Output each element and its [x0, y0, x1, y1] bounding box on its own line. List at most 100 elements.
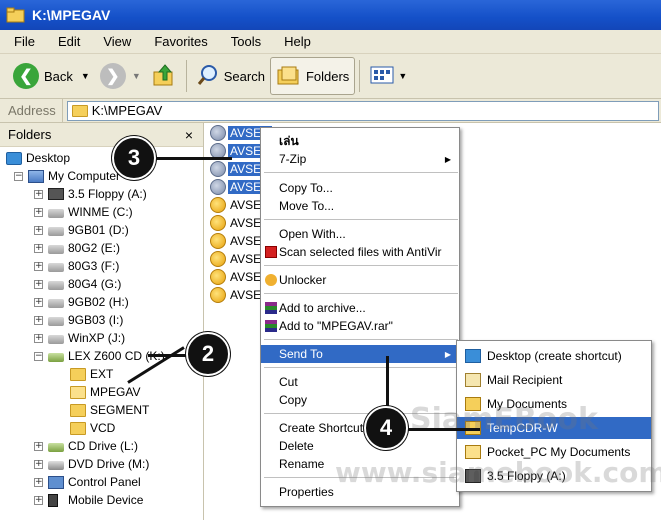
expand-icon[interactable]: +	[34, 333, 43, 343]
tree-item-drive-c[interactable]: + WINME (C:)	[34, 203, 133, 221]
menu-item-add-rar[interactable]: Add to "MPEGAV.rar"	[261, 317, 459, 335]
up-folder-button[interactable]	[146, 57, 182, 95]
expand-icon[interactable]: +	[34, 279, 43, 289]
back-arrow-icon: ❮	[13, 63, 39, 89]
tree-item-label: Mobile Device	[68, 493, 144, 507]
antivir-icon	[265, 246, 277, 258]
expand-icon[interactable]: +	[34, 495, 43, 505]
send-to-mail-recipient[interactable]: Mail Recipient	[457, 369, 651, 391]
tree-item-ext[interactable]: EXT	[70, 365, 113, 383]
expand-icon[interactable]: +	[34, 441, 43, 451]
back-button[interactable]: ❮ Back ▼	[8, 57, 95, 95]
expand-icon[interactable]: +	[34, 477, 43, 487]
expand-icon[interactable]: +	[34, 297, 43, 307]
cd-drive-icon	[48, 352, 64, 362]
folders-label: Folders	[305, 68, 350, 84]
collapse-icon[interactable]: −	[34, 351, 43, 361]
expand-icon[interactable]: +	[34, 459, 43, 469]
menu-item-open-with[interactable]: Open With...	[261, 225, 459, 243]
menu-favorites[interactable]: Favorites	[140, 34, 216, 49]
send-to-tempcdrw[interactable]: TempCDR-W	[457, 417, 651, 439]
tree-item-label: DVD Drive (M:)	[68, 457, 150, 471]
callout-3: 3	[112, 136, 156, 180]
tree-item-drive-g[interactable]: + 80G4 (G:)	[34, 275, 121, 293]
address-field[interactable]: K:\MPEGAV	[66, 100, 659, 121]
tree-item-label: VCD	[90, 421, 116, 435]
menu-separator	[264, 293, 458, 294]
send-to-desktop[interactable]: Desktop (create shortcut)	[457, 345, 651, 367]
expand-icon[interactable]: +	[34, 315, 43, 325]
media-file-icon	[210, 197, 226, 213]
close-icon[interactable]: ×	[185, 127, 193, 143]
tree-item-label: 80G3 (F:)	[68, 259, 120, 273]
menu-item-delete[interactable]: Delete	[261, 437, 459, 455]
tree-item-mpegav[interactable]: MPEGAV	[70, 383, 140, 401]
menu-file[interactable]: File	[0, 34, 44, 49]
collapse-icon[interactable]: −	[14, 171, 23, 181]
tree-item-drive-k[interactable]: − LEX Z600 CD (K:)	[34, 347, 165, 365]
tree-item-drive-e[interactable]: + 80G2 (E:)	[34, 239, 120, 257]
dropdown-arrow-icon[interactable]: ▼	[132, 71, 141, 81]
tree-item-floppy[interactable]: + 3.5 Floppy (A:)	[34, 185, 147, 203]
desktop-icon	[6, 151, 22, 165]
menu-tools[interactable]: Tools	[217, 34, 270, 49]
expand-icon[interactable]: +	[34, 207, 43, 217]
send-to-my-documents[interactable]: My Documents	[457, 393, 651, 415]
search-button[interactable]: Search	[191, 57, 270, 95]
folders-button[interactable]: Folders	[269, 57, 356, 95]
menu-item-play[interactable]: เล่น	[261, 132, 459, 150]
tree-item-control-panel[interactable]: + Control Panel	[34, 473, 141, 491]
toolbar-separator	[359, 60, 361, 92]
menu-item-rename[interactable]: Rename	[261, 455, 459, 473]
send-to-pocket-pc[interactable]: Pocket_PC My Documents	[457, 441, 651, 463]
tree-item-drive-f[interactable]: + 80G3 (F:)	[34, 257, 119, 275]
expand-icon[interactable]: +	[34, 243, 43, 253]
tree-item-drive-h[interactable]: + 9GB02 (H:)	[34, 293, 129, 311]
media-file-icon	[210, 233, 226, 249]
send-to-submenu: Desktop (create shortcut) Mail Recipient…	[456, 340, 652, 492]
expand-icon[interactable]: +	[34, 189, 43, 199]
menu-separator	[264, 339, 458, 340]
menu-edit[interactable]: Edit	[44, 34, 89, 49]
menu-help[interactable]: Help	[270, 34, 320, 49]
tree-item-drive-m[interactable]: + DVD Drive (M:)	[34, 455, 149, 473]
menu-item-copy-to[interactable]: Copy To...	[261, 179, 459, 197]
send-to-floppy[interactable]: 3.5 Floppy (A:)	[457, 465, 651, 487]
tree-item-label: 3.5 Floppy (A:)	[68, 187, 147, 201]
my-documents-icon	[465, 397, 481, 411]
menu-view[interactable]: View	[89, 34, 140, 49]
tree-item-segment[interactable]: SEGMENT	[70, 401, 149, 419]
callout-3-line	[152, 157, 232, 160]
tree-item-my-computer[interactable]: − My Computer	[14, 167, 120, 185]
menu-item-cut[interactable]: Cut	[261, 373, 459, 391]
menu-item-label: Desktop (create shortcut)	[487, 349, 622, 363]
menu-item-label: Add to archive...	[279, 301, 366, 315]
menu-item-unlocker[interactable]: Unlocker	[261, 271, 459, 289]
tree-item-drive-l[interactable]: + CD Drive (L:)	[34, 437, 138, 455]
menu-item-copy[interactable]: Copy	[261, 391, 459, 409]
menu-item-scan-antivir[interactable]: Scan selected files with AntiVir	[261, 243, 459, 261]
expand-icon[interactable]: +	[34, 225, 43, 235]
tree-item-desktop[interactable]: Desktop	[6, 149, 70, 167]
forward-button[interactable]: ❯ ▼	[95, 57, 146, 95]
context-menu: เล่น 7-Zip ▶ Copy To... Move To... Open W…	[260, 127, 460, 507]
floppy-icon	[48, 188, 64, 200]
menu-item-7zip[interactable]: 7-Zip ▶	[261, 150, 459, 168]
menu-item-move-to[interactable]: Move To...	[261, 197, 459, 215]
tree-item-vcd[interactable]: VCD	[70, 419, 115, 437]
menu-item-add-archive[interactable]: Add to archive...	[261, 299, 459, 317]
tree-item-mobile-device[interactable]: + Mobile Device	[34, 491, 143, 509]
tree-item-drive-j[interactable]: + WinXP (J:)	[34, 329, 125, 347]
menu-bar: File Edit View Favorites Tools Help	[0, 30, 661, 54]
views-button[interactable]: ▼	[364, 57, 412, 95]
dropdown-arrow-icon[interactable]: ▼	[398, 71, 407, 81]
media-file-icon	[210, 161, 226, 177]
menu-item-send-to[interactable]: Send To ▶	[261, 345, 459, 363]
menu-item-properties[interactable]: Properties	[261, 483, 459, 501]
tree-item-drive-i[interactable]: + 9GB03 (I:)	[34, 311, 123, 329]
toolbar-separator	[185, 60, 187, 92]
tree-item-drive-d[interactable]: + 9GB01 (D:)	[34, 221, 129, 239]
tree-item-label: WINME (C:)	[68, 205, 133, 219]
dropdown-arrow-icon[interactable]: ▼	[81, 71, 90, 81]
expand-icon[interactable]: +	[34, 261, 43, 271]
